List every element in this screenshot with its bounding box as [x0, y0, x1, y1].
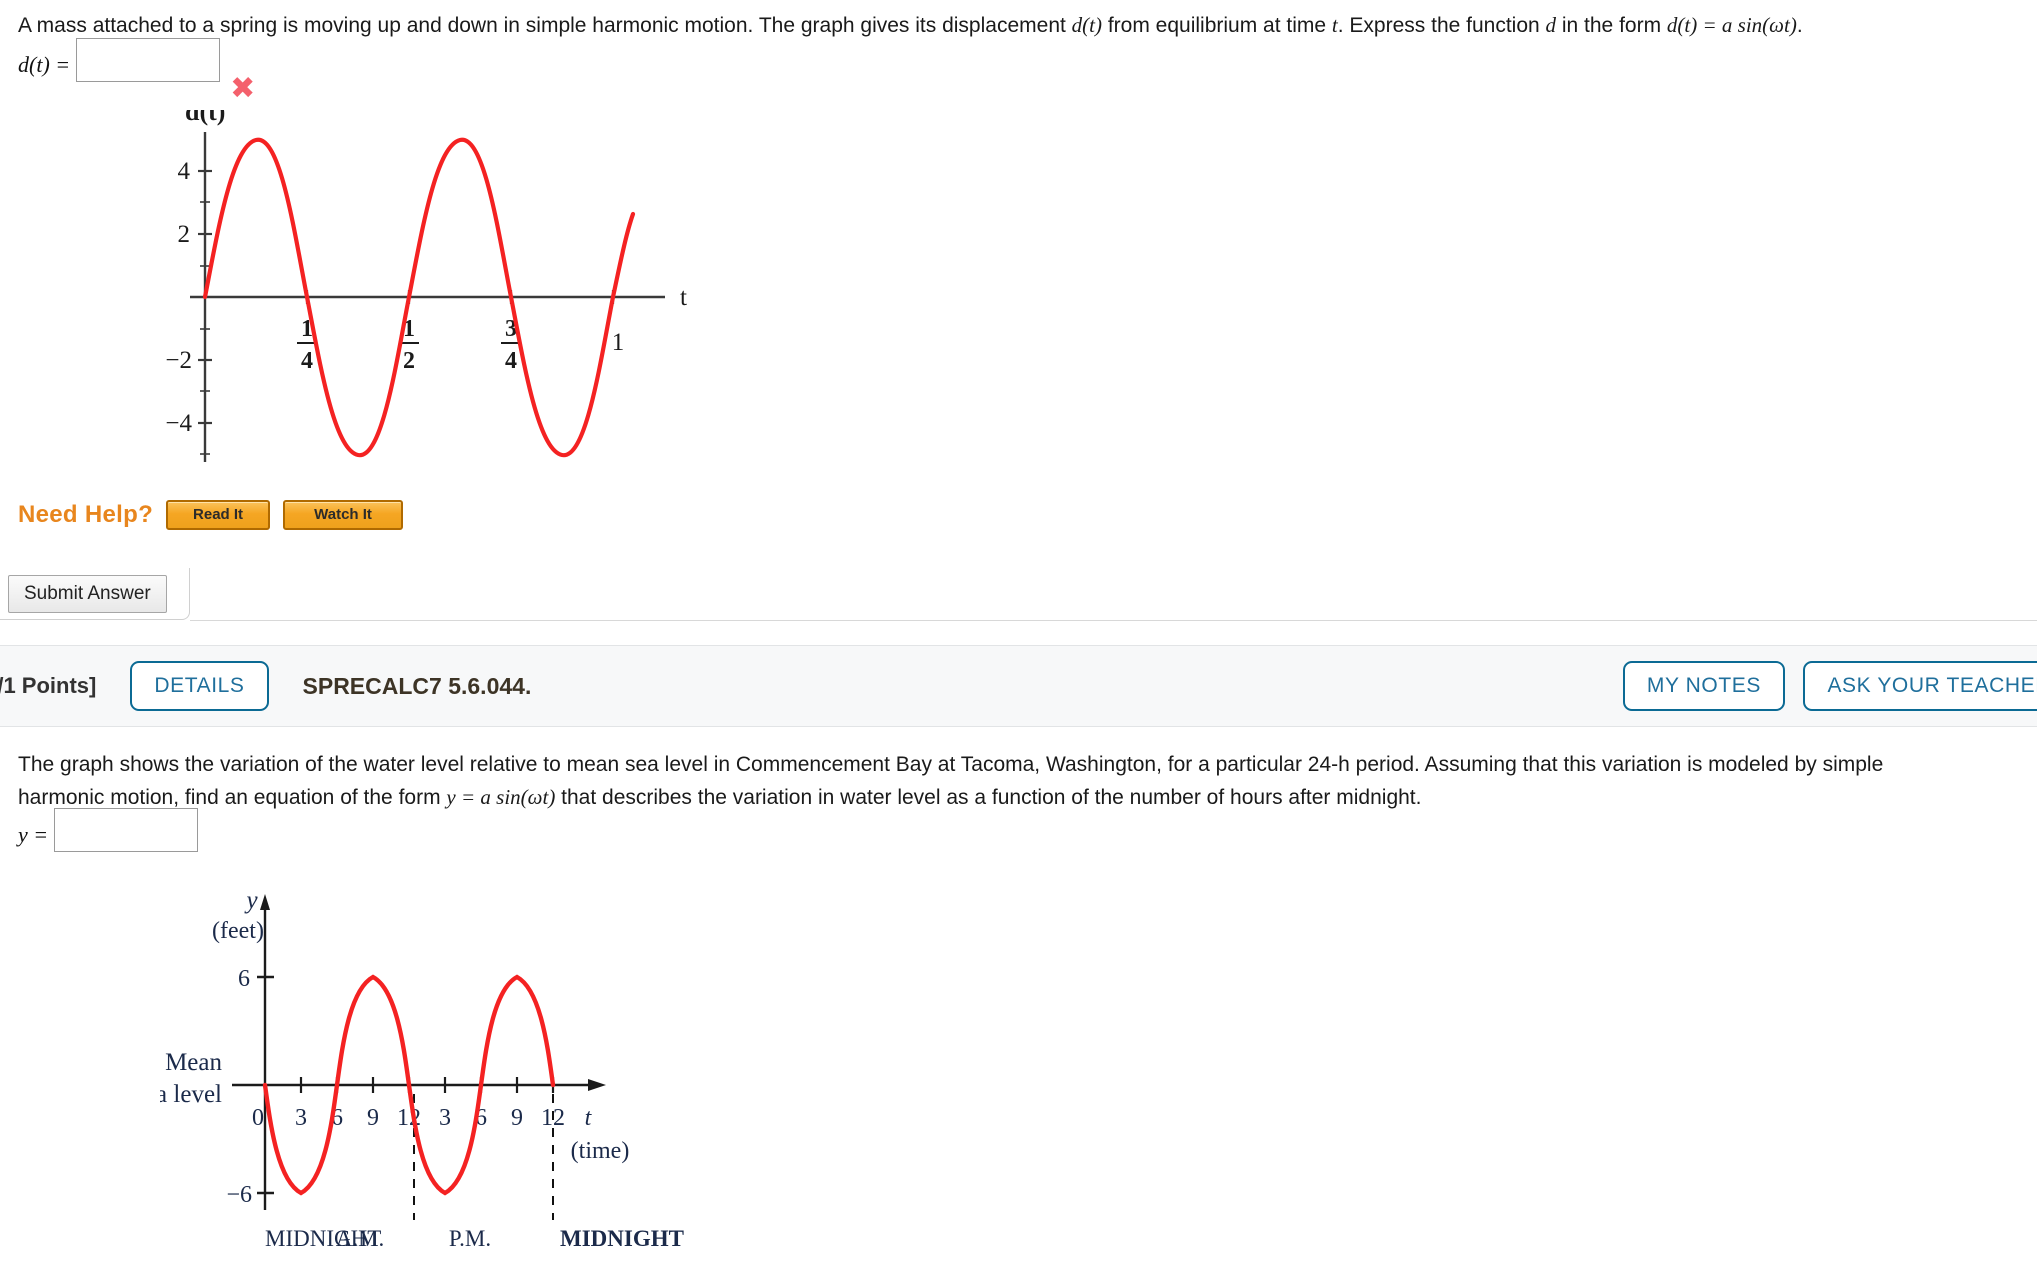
prompt2-formula: y = a sin(ωt)	[446, 785, 556, 809]
displacement-graph-svg: 4 2 −2 −4 1 4 1 2 3 4 1 d(t) t	[165, 97, 687, 462]
prompt2-line2-text-b: that describes the variation in water le…	[555, 786, 1422, 809]
need-help-row: Need Help? Read It Watch It	[18, 500, 404, 530]
question-code: SPRECALC7 5.6.044.	[302, 672, 532, 699]
incorrect-icon: ✖	[230, 71, 256, 106]
y-axis-label: d(t)	[185, 110, 225, 126]
submit-divider	[190, 620, 2037, 621]
submit-answer-container: Submit Answer	[0, 568, 190, 620]
x-axis-arrow	[588, 1079, 606, 1091]
prompt-formula-d: d	[1545, 13, 1557, 37]
answer-input-dt[interactable]	[76, 38, 221, 82]
tide-y-axis-units: (feet)	[212, 918, 264, 944]
displacement-graph: 4 2 −2 −4 1 4 1 2 3 4 1 d(t) t	[150, 97, 710, 475]
ask-your-teacher-button[interactable]: ASK YOUR TEACHER	[1803, 661, 2037, 711]
submit-answer-button[interactable]: Submit Answer	[8, 575, 167, 613]
label-midnight-end: MIDNIGHT	[560, 1226, 684, 1251]
prompt-formula-model: d(t) = a sin(ωt)	[1666, 13, 1797, 37]
tide-x-label-3pm: 3	[439, 1105, 451, 1131]
label-am: A.M.	[336, 1226, 385, 1251]
answer-label-dt: d(t) =	[18, 52, 71, 77]
tide-x-label-9am: 9	[367, 1105, 379, 1131]
tide-x-label-3am: 3	[295, 1105, 307, 1131]
question-2-header: -/1 Points] DETAILS SPRECALC7 5.6.044. M…	[0, 645, 2037, 727]
watch-it-button[interactable]: Watch It	[283, 500, 404, 530]
y-tick-label-minus-2: −2	[165, 347, 192, 374]
svg-text:4: 4	[505, 348, 517, 374]
prompt-text-part-5: .	[1796, 14, 1803, 37]
y-tick-label-4: 4	[178, 158, 191, 185]
mean-sea-level-label-line2: sea level	[160, 1081, 222, 1108]
y-tick-label-minus-4: −4	[165, 410, 192, 437]
answer-input-y[interactable]	[54, 808, 199, 852]
answer-label-y: y =	[18, 822, 49, 847]
question-2-prompt-line-2: harmonic motion, find an equation of the…	[0, 772, 1439, 813]
tide-y-label-6: 6	[238, 966, 250, 992]
question-1-prompt: A mass attached to a spring is moving up…	[0, 0, 2037, 41]
need-help-label: Need Help?	[18, 501, 154, 528]
answer-row-1: d(t) = ✖	[18, 38, 255, 104]
tide-x-label-0: 0	[252, 1105, 264, 1131]
tide-graph-svg: 6 −6 0 3 6 9 12 3 6 9 12 y (feet) t (tim…	[135, 887, 684, 1251]
my-notes-button[interactable]: MY NOTES	[1622, 661, 1785, 711]
prompt-text-part-3: . Express the function	[1337, 14, 1546, 37]
prompt2-line2-text-a: harmonic motion, find an equation of the…	[18, 786, 447, 809]
answer-row-2: y =	[18, 808, 199, 852]
svg-text:2: 2	[403, 348, 415, 374]
y-axis-arrow	[260, 894, 270, 910]
x-axis-label: t	[680, 284, 687, 311]
read-it-button[interactable]: Read It	[166, 500, 271, 530]
x-tick-label-one: 1	[612, 329, 625, 356]
tide-x-label-9pm: 9	[511, 1105, 523, 1131]
exercise-page: A mass attached to a spring is moving up…	[0, 0, 2037, 1274]
tide-x-axis-units: (time)	[571, 1138, 630, 1164]
mean-sea-level-label-line1: Mean	[165, 1049, 222, 1076]
prompt-formula-dt: d(t)	[1071, 13, 1102, 37]
prompt-text-part-1: A mass attached to a spring is moving up…	[18, 14, 1072, 37]
tide-y-label-minus-6: −6	[226, 1182, 252, 1208]
prompt-text-part-4: in the form	[1556, 14, 1667, 37]
tide-y-axis-label: y	[243, 887, 258, 914]
label-pm: P.M.	[449, 1226, 491, 1251]
svg-text:4: 4	[301, 348, 313, 374]
question-1: A mass attached to a spring is moving up…	[0, 0, 2037, 621]
prompt-text-part-2: from equilibrium at time	[1102, 14, 1332, 37]
y-tick-label-2: 2	[178, 221, 191, 248]
details-button[interactable]: DETAILS	[130, 661, 269, 711]
points-label: -/1 Points]	[0, 673, 97, 698]
tide-x-axis-label: t	[585, 1105, 593, 1131]
tide-graph: 6 −6 0 3 6 9 12 3 6 9 12 y (feet) t (tim…	[135, 880, 800, 1274]
